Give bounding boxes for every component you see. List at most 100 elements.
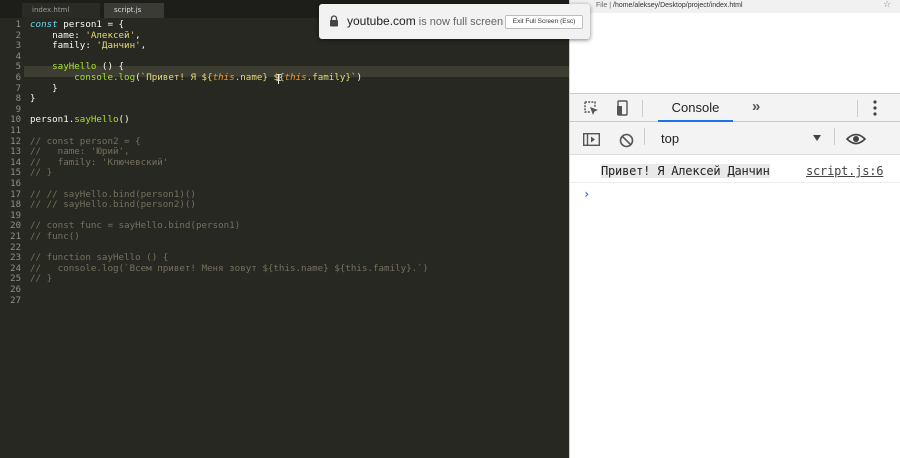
address-info: File | /home/aleksey/Desktop/project/ind…: [596, 2, 743, 9]
console-row-divider: [570, 182, 900, 183]
code-line: // }: [30, 168, 52, 179]
tab-index-html[interactable]: index.html: [22, 3, 100, 18]
line-number: 15: [10, 168, 21, 179]
code-token: // func(): [30, 231, 80, 242]
code-token: `Привет! Я ${: [140, 72, 213, 83]
line-number: 12: [10, 136, 21, 147]
line-number: 16: [10, 179, 21, 189]
line-number: 25: [10, 274, 21, 285]
code-token: // name: 'Юрий',: [30, 146, 130, 158]
code-token: person1 = {: [63, 19, 125, 30]
context-label: top: [661, 131, 680, 146]
line-number: 23: [10, 253, 21, 264]
code-token: this: [212, 72, 235, 83]
bookmark-star-icon[interactable]: ☆: [883, 0, 891, 10]
console-toolbar: top: [570, 122, 900, 155]
line-number: 27: [10, 295, 21, 306]
code-token: }: [30, 82, 58, 94]
more-tabs-button[interactable]: »: [752, 98, 760, 115]
code-line: // }: [30, 274, 52, 285]
code-line: family: 'Данчин',: [30, 40, 146, 52]
file-label: File: [596, 2, 608, 9]
code-token: (): [118, 114, 130, 126]
mouse-ibeam-icon: I: [276, 73, 283, 84]
line-number: 24: [10, 263, 21, 274]
line-number: 9: [15, 104, 21, 115]
fullscreen-host: youtube.com: [347, 14, 416, 28]
code-token: // }: [30, 167, 53, 179]
line-number: 21: [10, 232, 21, 242]
lock-icon: [330, 15, 338, 27]
toolbar-separator: [834, 128, 835, 145]
page-content: [570, 13, 900, 93]
code-line: // console.log(`Всем привет! Меня зовут …: [30, 262, 429, 275]
tab-script-js[interactable]: script.js: [104, 3, 164, 18]
dropdown-caret-icon: [813, 135, 821, 141]
toolbar-separator: [644, 128, 645, 145]
code-token: // // sayHello.bind(person2)(): [30, 199, 196, 211]
device-toolbar-icon[interactable]: [617, 100, 628, 116]
fullscreen-message: youtube.com is now full screen: [347, 14, 503, 28]
code-token: }: [30, 93, 36, 105]
line-number: 14: [10, 157, 21, 168]
code-token: sayHello: [74, 114, 119, 126]
toolbar-separator: [857, 100, 858, 117]
line-number: 19: [10, 210, 21, 221]
line-number: 3: [15, 41, 21, 52]
line-number: 18: [10, 200, 21, 211]
line-number: 5: [15, 62, 21, 73]
line-number: 1: [15, 20, 21, 30]
line-number: 8: [15, 94, 21, 105]
code-token: ): [356, 72, 363, 83]
line-number: 2: [15, 30, 21, 41]
line-number: 6: [15, 73, 21, 83]
code-token: // }: [30, 273, 53, 285]
browser-window: File | /home/aleksey/Desktop/project/ind…: [569, 0, 900, 458]
page-url[interactable]: /home/aleksey/Desktop/project/index.html: [613, 2, 743, 9]
code-token: ,: [135, 29, 141, 41]
console-log-source-link[interactable]: script.js:6: [806, 164, 883, 178]
inspect-element-icon[interactable]: [584, 101, 599, 116]
line-number: 17: [10, 189, 21, 200]
line-number: 20: [10, 221, 21, 232]
fullscreen-notification: youtube.com is now full screen Exit Full…: [319, 4, 590, 39]
code-token: () {: [96, 61, 125, 73]
code-line: console.log(`Привет! Я ${this.name} ${th…: [30, 72, 363, 84]
line-number: 26: [10, 285, 21, 295]
code-token: .family}`: [306, 72, 357, 83]
context-selector[interactable]: top: [653, 128, 829, 149]
console-prompt-icon: ›: [583, 187, 591, 201]
code-token: // const func = sayHello.bind(person1): [30, 220, 241, 232]
code-token: const: [30, 19, 64, 30]
console-input[interactable]: [598, 186, 888, 202]
line-number: 22: [10, 242, 21, 253]
live-expression-eye-icon[interactable]: [846, 133, 866, 145]
code-token: console.log: [74, 72, 136, 83]
code-line: }: [30, 93, 36, 105]
line-number: 7: [15, 83, 21, 94]
toolbar-separator: [642, 100, 643, 117]
code-token: name:: [30, 29, 86, 41]
line-number: 13: [10, 147, 21, 158]
code-token: this: [284, 72, 307, 83]
line-number: 10: [10, 115, 21, 126]
code-token: sayHello: [30, 61, 97, 73]
exit-fullscreen-button[interactable]: Exit Full Screen (Esc): [505, 15, 583, 29]
tab-console[interactable]: Console: [658, 94, 733, 122]
more-options-icon[interactable]: [872, 99, 878, 117]
code-token: // console.log(`Всем привет! Меня зовут …: [30, 262, 429, 274]
code-editor: index.html script.js 1 2 3 4 5 6 7 8 9 10 11 12 13 14…: [0, 0, 569, 458]
fullscreen-message-text: is now full screen: [415, 16, 504, 28]
code-token: person1.: [30, 114, 75, 126]
console-log-message: Привет! Я Алексей Данчин: [601, 164, 770, 178]
clear-console-icon[interactable]: [619, 133, 634, 148]
code-token: 'Алексей': [85, 29, 136, 41]
code-token: // family: 'Ключевский': [30, 156, 169, 168]
line-number: 4: [15, 51, 21, 62]
code-token: 'Данчин': [96, 40, 141, 52]
line-number: 11: [10, 126, 21, 136]
address-bar[interactable]: File | /home/aleksey/Desktop/project/ind…: [570, 0, 900, 13]
code-line: // func(): [30, 231, 80, 243]
console-sidebar-icon[interactable]: [583, 133, 600, 146]
